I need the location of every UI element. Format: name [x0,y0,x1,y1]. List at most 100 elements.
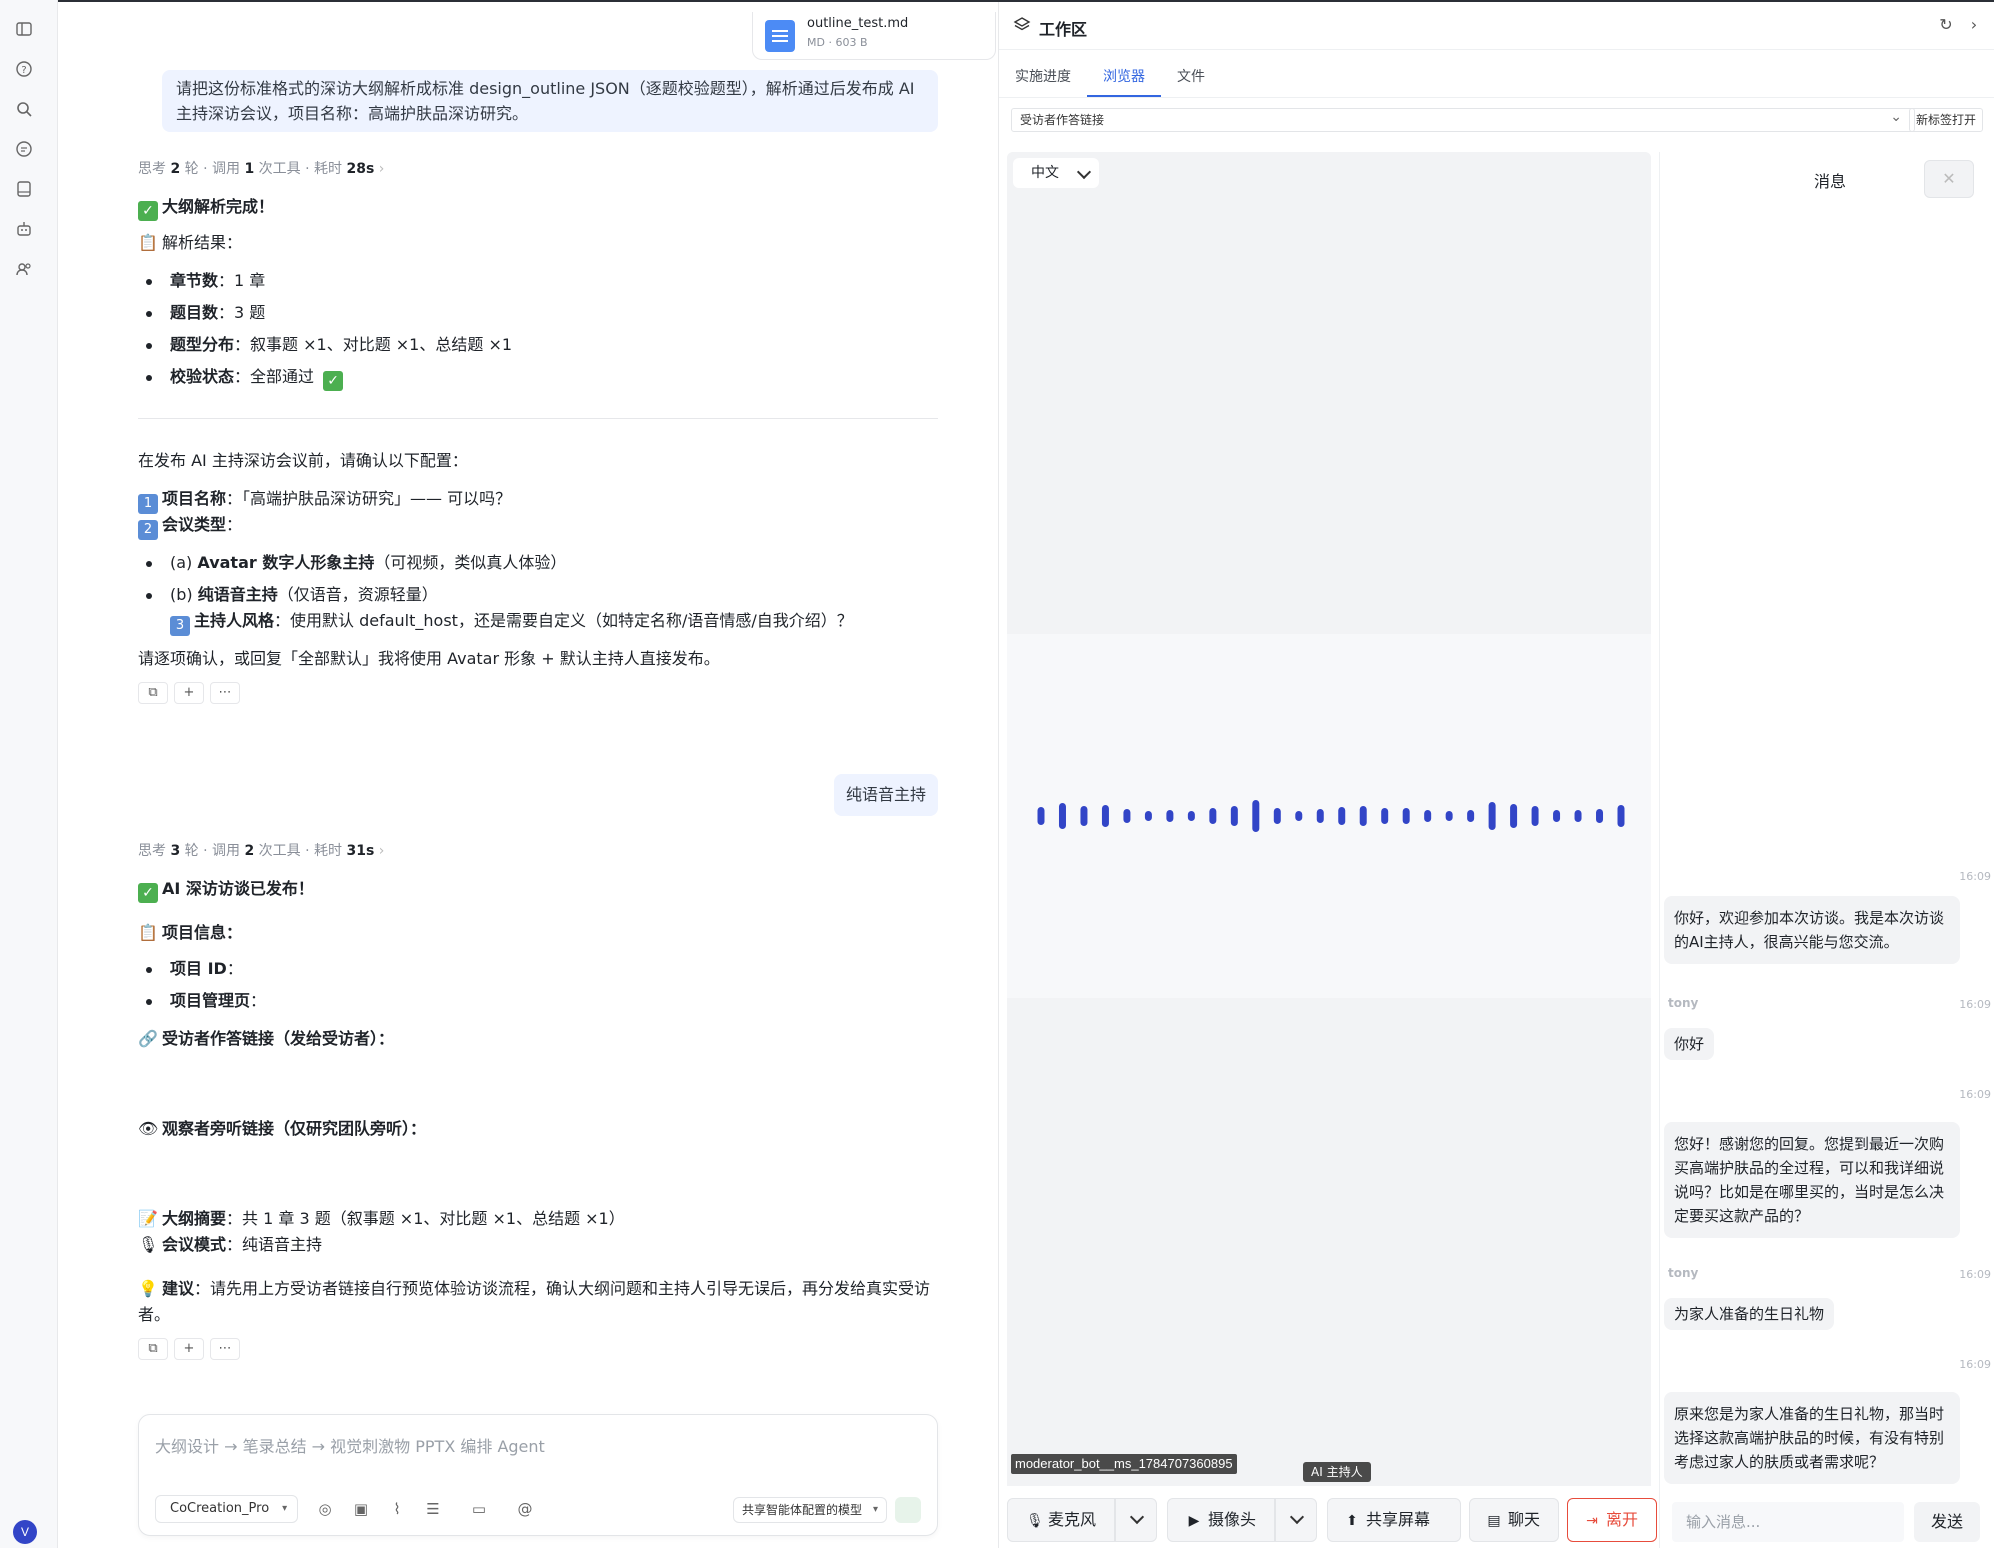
number-1-icon: 1 [138,494,158,514]
workspace-header: 工作区 ↻ › [999,2,1994,50]
active-tab-indicator [1087,95,1161,97]
waveform-bar [1295,811,1303,821]
tab-browser[interactable]: 浏览器 [1103,66,1145,86]
chevron-right-icon[interactable]: › [379,161,385,177]
share-screen-button[interactable]: ⬆ 共享屏幕 [1327,1498,1461,1542]
clipboard-icon: 📋 [138,233,158,252]
svg-text:?: ? [21,65,26,76]
list-item: 项目 ID： [146,956,243,982]
meeting-controls: 🎙 麦克风 ▶ 摄像头 ⬆ 共享屏幕 ▤ 聊天 ⇥ 离开 [1007,1498,1657,1544]
paperclip-icon[interactable]: ⌇ [387,1499,407,1519]
composer-input[interactable]: 大纲设计 → 笔录总结 → 视觉刺激物 PPTX 编排 Agent [155,1433,545,1457]
waveform-bar [1187,811,1195,821]
result-label: 📋 解析结果： [138,230,242,256]
workspace-title: 工作区 [1039,20,1088,39]
waveform-bar [1553,810,1561,822]
list-item: (b) 纯语音主持（仅语音，资源轻量） [146,582,438,608]
confirm-closing: 请逐项确认，或回复「全部默认」我将使用 Avatar 形象 + 默认主持人直接发… [138,649,720,668]
refresh-icon[interactable]: ↻ [1937,16,1955,34]
thinking-summary[interactable]: 思考 3 轮 · 调用 2 次工具 · 耗时 31s › [138,840,384,860]
more-button[interactable]: ⋯ [210,1338,240,1360]
user-message: 纯语音主持 [834,774,938,816]
waveform-bar [1080,806,1088,826]
chevron-right-icon[interactable]: › [1965,16,1983,34]
message-time: 16:09 [1959,870,1991,883]
audio-waveform [1037,800,1625,832]
mic-options-button[interactable] [1115,1498,1157,1542]
help-icon[interactable]: ? [15,60,33,78]
link-icon: 🔗 [138,1029,158,1048]
more-button[interactable]: ⋯ [210,682,240,704]
tab-progress[interactable]: 实施进度 [1015,66,1071,86]
workspace-tabs: 实施进度 浏览器 文件 [999,50,1994,98]
chat-area: outline_test.md MD · 603 B 请把这份标准格式的深访大纲… [58,0,998,1548]
image-icon[interactable]: ▣ [351,1499,371,1519]
model-select[interactable]: 共享智能体配置的模型 [733,1497,888,1523]
send-message-button[interactable]: 发送 [1914,1502,1980,1542]
chat-icon[interactable] [15,140,33,158]
waveform-bar [1531,806,1539,826]
messages-title: 消息 [1814,172,1847,191]
database-icon[interactable]: ☰ [423,1499,443,1519]
exit-icon: ⇥ [1586,1513,1598,1529]
check-icon: ✓ [323,371,344,391]
tab-files[interactable]: 文件 [1177,66,1205,86]
language-select[interactable]: 中文 [1013,158,1099,188]
agent-select[interactable]: CoCreation_Pro [155,1495,299,1523]
list-item: 项目管理页： [146,988,266,1014]
message-bubble: 原来您是为家人准备的生日礼物，那当时选择这款高端护肤品的时候，有没有特别考虑过家… [1664,1392,1960,1484]
attachment-name: outline_test.md [807,16,909,31]
message-bubble: 为家人准备的生日礼物 [1664,1298,1835,1330]
camera-options-button[interactable] [1275,1498,1317,1542]
camera-button[interactable]: ▶ 摄像头 [1167,1498,1275,1542]
chat-icon: ▤ [1487,1513,1501,1529]
microphone-icon: 🎙 [138,1235,159,1254]
leave-button[interactable]: ⇥ 离开 [1567,1498,1657,1542]
meeting-stage: 中文 moderator_bot__ms_1784707360895 AI 主持… [1007,152,1651,1486]
waveform-bar [1381,808,1389,824]
robot-icon[interactable] [15,220,33,238]
book-icon[interactable] [15,180,33,198]
waveform-bar [1445,811,1453,821]
open-new-tab-button[interactable]: 新标签打开 [1909,108,1983,132]
mention-icon[interactable]: @ [515,1499,535,1519]
close-button[interactable]: ✕ [1924,160,1974,198]
send-button[interactable] [895,1497,921,1523]
thinking-summary[interactable]: 思考 2 轮 · 调用 1 次工具 · 耗时 28s › [138,158,384,178]
clipboard-icon: 📋 [138,923,158,942]
waveform-bar [1058,803,1066,829]
memo-icon: 📝 [138,1209,158,1228]
left-rail: ? V [0,0,58,1548]
message-composer[interactable]: 大纲设计 → 笔录总结 → 视觉刺激物 PPTX 编排 Agent CoCrea… [138,1414,938,1536]
chevron-right-icon[interactable]: › [379,843,385,859]
add-button[interactable]: + [174,1338,204,1360]
copy-button[interactable]: ⧉ [138,682,168,704]
list-item: 章节数：1 章 [146,268,265,294]
link-select[interactable]: 受访者作答链接 [1011,106,1915,132]
add-button[interactable]: + [174,682,204,704]
attachment-card[interactable]: outline_test.md MD · 603 B [752,12,996,60]
waveform-bar [1144,811,1152,821]
waveform-bar [1359,806,1367,826]
users-icon[interactable] [15,260,33,278]
waveform-bar [1596,809,1604,823]
messages-panel: 消息 ✕ 16:09 你好，欢迎参加本次访谈。我是本次访谈的AI主持人，很高兴能… [1659,152,1994,1548]
message-input[interactable]: 输入消息... [1672,1502,1904,1542]
chat-button[interactable]: ▤ 聊天 [1469,1498,1559,1542]
respondent-link-label: 🔗 受访者作答链接（发给受访者）： [138,1026,394,1052]
video-tile-top [1007,152,1651,634]
globe-icon[interactable]: ◎ [315,1499,335,1519]
search-icon[interactable] [15,100,33,118]
waveform-bar [1230,806,1238,826]
attachment-meta: MD · 603 B [807,36,868,49]
user-avatar[interactable]: V [13,1520,37,1544]
copy-button[interactable]: ⧉ [138,1338,168,1360]
ai-host-tag: AI 主持人 [1303,1462,1371,1482]
observer-link-label: 👁 观察者旁听链接（仅研究团队旁听）： [138,1116,426,1142]
folder-icon[interactable]: ▭ [469,1499,489,1519]
list-item: 校验状态：全部通过 ✓ [146,364,347,391]
message-time: 16:09 [1959,1088,1991,1101]
message-time: 16:09 [1959,1358,1991,1371]
sidebar-toggle-icon[interactable] [15,20,33,38]
mic-button[interactable]: 🎙 麦克风 [1007,1498,1115,1542]
